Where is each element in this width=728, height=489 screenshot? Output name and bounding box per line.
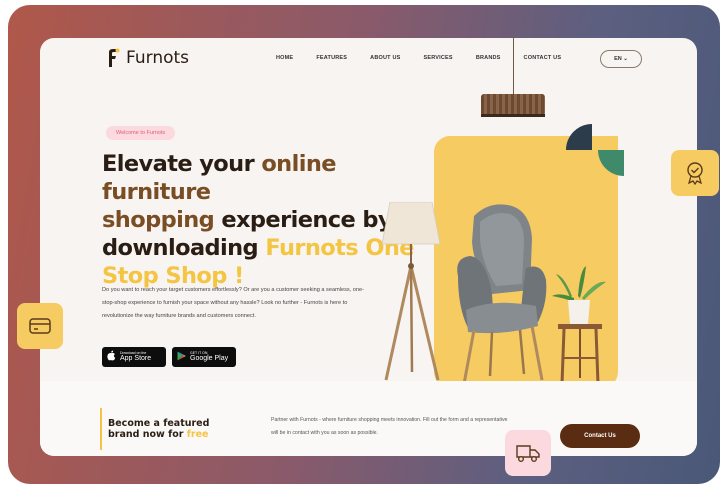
wallet-icon bbox=[17, 303, 63, 349]
plant-table bbox=[550, 266, 610, 391]
app-store-text: Download on the App Store bbox=[120, 351, 151, 363]
award-icon bbox=[671, 150, 719, 196]
truck-icon bbox=[505, 430, 551, 476]
google-play-big: Google Play bbox=[190, 355, 229, 362]
language-selector[interactable]: EN ⌄ bbox=[600, 50, 642, 68]
nav-item-brands[interactable]: BRANDS bbox=[476, 55, 501, 61]
welcome-badge: Welcome to Furnots bbox=[106, 126, 176, 140]
featured-accent-bar bbox=[100, 408, 102, 450]
partner-text: Partner with Furnots - where furniture s… bbox=[271, 417, 508, 436]
nav-item-home[interactable]: HOME bbox=[276, 55, 293, 61]
nav-item-services[interactable]: SERVICES bbox=[423, 55, 452, 61]
pendant-lamp bbox=[481, 94, 545, 116]
google-play-text: GET IT ON Google Play bbox=[190, 351, 228, 363]
contact-us-button[interactable]: Contact Us bbox=[560, 424, 640, 448]
app-store-button[interactable]: Download on the App Store bbox=[102, 347, 166, 367]
pendant-lamp-rim bbox=[481, 114, 545, 117]
main-nav: HOME FEATURES ABOUT US SERVICES BRANDS C… bbox=[276, 55, 584, 61]
armchair bbox=[434, 198, 554, 393]
featured-title: Become a featured brand now for free bbox=[108, 418, 228, 440]
website-page: Furnots HOME FEATURES ABOUT US SERVICES … bbox=[40, 38, 697, 456]
hero-description: Do you want to reach your target custome… bbox=[102, 287, 364, 319]
brand-name: Furnots bbox=[126, 48, 190, 68]
headline-part-3: shopping bbox=[102, 207, 215, 233]
nav-item-contact[interactable]: CONTACT US bbox=[524, 55, 562, 61]
google-play-button[interactable]: GET IT ON Google Play bbox=[172, 347, 236, 367]
decor-dark-quarter bbox=[566, 124, 592, 150]
google-play-icon bbox=[177, 348, 186, 366]
logo-icon bbox=[106, 48, 120, 68]
nav-item-features[interactable]: FEATURES bbox=[316, 55, 347, 61]
featured-title-free: free bbox=[186, 429, 209, 440]
apple-icon bbox=[107, 348, 116, 366]
pendant-cord bbox=[513, 38, 514, 94]
store-buttons: Download on the App Store GET IT ON Goog… bbox=[102, 347, 236, 367]
headline-part-1: Elevate your bbox=[102, 151, 262, 177]
showcase-frame: Furnots HOME FEATURES ABOUT US SERVICES … bbox=[8, 5, 720, 484]
app-store-big: App Store bbox=[120, 355, 152, 362]
logo[interactable]: Furnots bbox=[106, 48, 189, 68]
nav-item-about[interactable]: ABOUT US bbox=[370, 55, 400, 61]
